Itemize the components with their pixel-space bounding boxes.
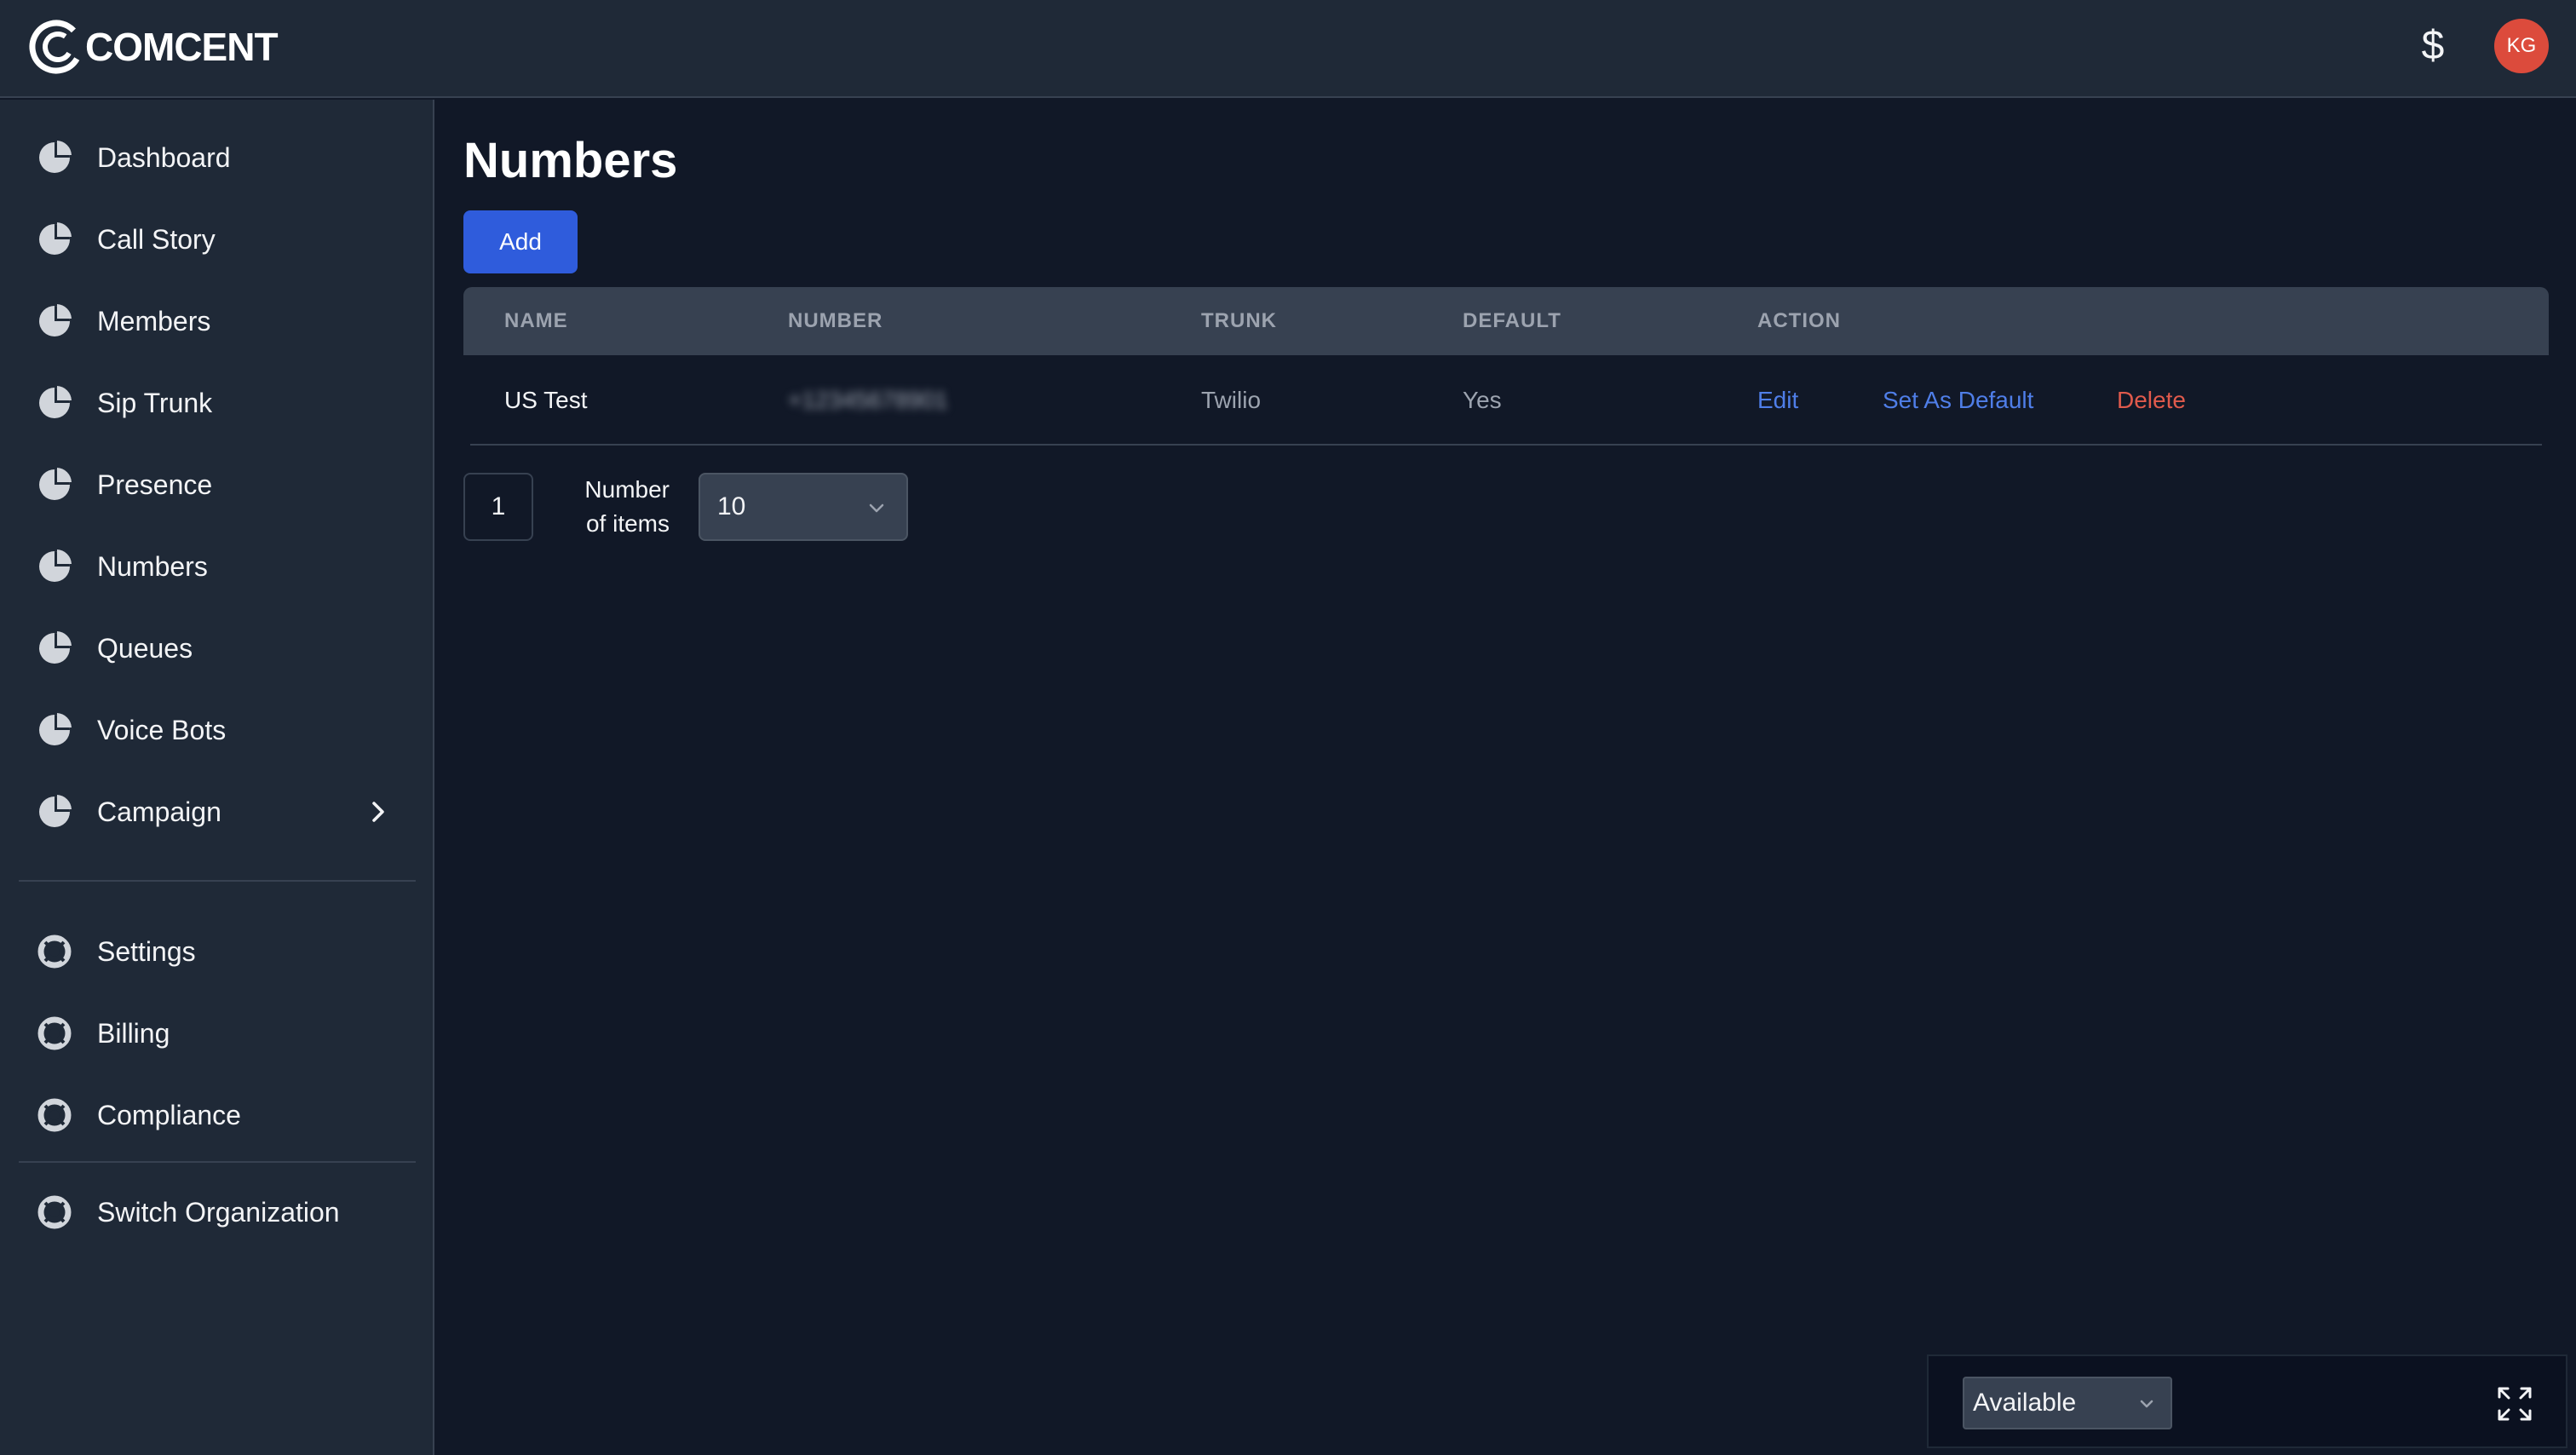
items-per-page-label: Number of items <box>584 476 670 537</box>
sidebar-item-switch-organization[interactable]: Switch Organization <box>19 1178 416 1246</box>
sidebar-divider <box>19 880 416 882</box>
status-panel: Available <box>1927 1354 2567 1448</box>
sidebar-item-campaign[interactable]: Campaign <box>19 778 416 846</box>
sidebar-item-label: Switch Organization <box>97 1196 340 1228</box>
sidebar-item-queues[interactable]: Queues <box>19 614 416 682</box>
sidebar-item-compliance[interactable]: Compliance <box>19 1081 416 1149</box>
chevron-down-icon <box>869 503 884 513</box>
sidebar-item-label: Queues <box>97 632 193 664</box>
pie-chart-icon <box>37 713 72 747</box>
numbers-table: NAME NUMBER TRUNK DEFAULT ACTION US Test… <box>463 287 2549 446</box>
lifebuoy-icon <box>37 1016 72 1050</box>
sidebar-item-label: Billing <box>97 1017 170 1049</box>
sidebar-item-billing[interactable]: Billing <box>19 999 416 1067</box>
cell-trunk: Twilio <box>1201 387 1262 413</box>
pie-chart-icon <box>37 141 72 175</box>
top-bar: COMCENT $ KG <box>0 0 2576 98</box>
sidebar-item-label: Campaign <box>97 796 221 827</box>
expand-icon[interactable] <box>2496 1385 2533 1423</box>
sidebar-item-call-story[interactable]: Call Story <box>19 205 416 273</box>
cell-number: +12345678901 <box>788 387 948 413</box>
table-row: US Test +12345678901 Twilio Yes Edit Set… <box>470 355 2542 446</box>
sidebar-item-label: Sip Trunk <box>97 387 213 418</box>
chevron-right-icon[interactable] <box>363 797 394 827</box>
sidebar-item-label: Call Story <box>97 223 216 255</box>
sidebar-item-settings[interactable]: Settings <box>19 917 416 986</box>
sidebar-item-label: Compliance <box>97 1099 241 1130</box>
sidebar: Dashboard Call Story Members Sip Trunk P… <box>0 100 434 1455</box>
sidebar-item-label: Settings <box>97 935 196 967</box>
chevron-down-icon <box>2140 1400 2153 1408</box>
lifebuoy-icon <box>37 1195 72 1229</box>
pie-chart-icon <box>37 795 72 829</box>
status-select[interactable]: Available <box>1963 1377 2172 1429</box>
cell-name: US Test <box>504 387 588 413</box>
cell-default: Yes <box>1463 387 1502 413</box>
sidebar-item-dashboard[interactable]: Dashboard <box>19 124 416 192</box>
sidebar-item-label: Voice Bots <box>97 714 227 745</box>
main-content: Numbers Add NAME NUMBER TRUNK DEFAULT AC… <box>436 100 2576 1455</box>
current-page[interactable]: 1 <box>463 473 533 541</box>
pie-chart-icon <box>37 468 72 502</box>
sidebar-item-presence[interactable]: Presence <box>19 451 416 519</box>
page-title: Numbers <box>463 133 678 188</box>
table-header: NAME NUMBER TRUNK DEFAULT ACTION <box>463 287 2549 355</box>
pie-chart-icon <box>37 386 72 420</box>
column-header-number: NUMBER <box>788 309 883 332</box>
status-value: Available <box>1973 1389 2077 1417</box>
add-button[interactable]: Add <box>463 210 578 273</box>
pie-chart-icon <box>37 631 72 665</box>
billing-dollar-icon[interactable]: $ <box>2416 20 2450 72</box>
delete-link[interactable]: Delete <box>2117 355 2186 446</box>
items-per-page-select[interactable]: 10 <box>699 473 908 541</box>
logo-icon <box>29 20 82 74</box>
lifebuoy-icon <box>37 1098 72 1132</box>
brand-name: COMCENT <box>85 25 279 69</box>
items-per-page-value: 10 <box>717 492 746 520</box>
pie-chart-icon <box>37 222 72 256</box>
lifebuoy-icon <box>37 935 72 969</box>
sidebar-item-voice-bots[interactable]: Voice Bots <box>19 696 416 764</box>
sidebar-item-numbers[interactable]: Numbers <box>19 532 416 601</box>
sidebar-item-members[interactable]: Members <box>19 287 416 355</box>
pie-chart-icon <box>37 549 72 584</box>
sidebar-divider <box>19 1161 416 1163</box>
comcent-logo[interactable]: COMCENT <box>26 15 279 78</box>
sidebar-item-label: Dashboard <box>97 141 231 173</box>
sidebar-item-label: Numbers <box>97 550 208 582</box>
user-avatar[interactable]: KG <box>2494 19 2549 73</box>
pie-chart-icon <box>37 304 72 338</box>
column-header-name: NAME <box>504 309 568 332</box>
column-header-trunk: TRUNK <box>1201 309 1277 332</box>
edit-link[interactable]: Edit <box>1757 355 1798 446</box>
set-as-default-link[interactable]: Set As Default <box>1883 355 2033 446</box>
column-header-default: DEFAULT <box>1463 309 1561 332</box>
sidebar-item-sip-trunk[interactable]: Sip Trunk <box>19 369 416 437</box>
sidebar-item-label: Members <box>97 305 211 336</box>
sidebar-item-label: Presence <box>97 469 213 500</box>
column-header-action: ACTION <box>1757 309 1841 332</box>
